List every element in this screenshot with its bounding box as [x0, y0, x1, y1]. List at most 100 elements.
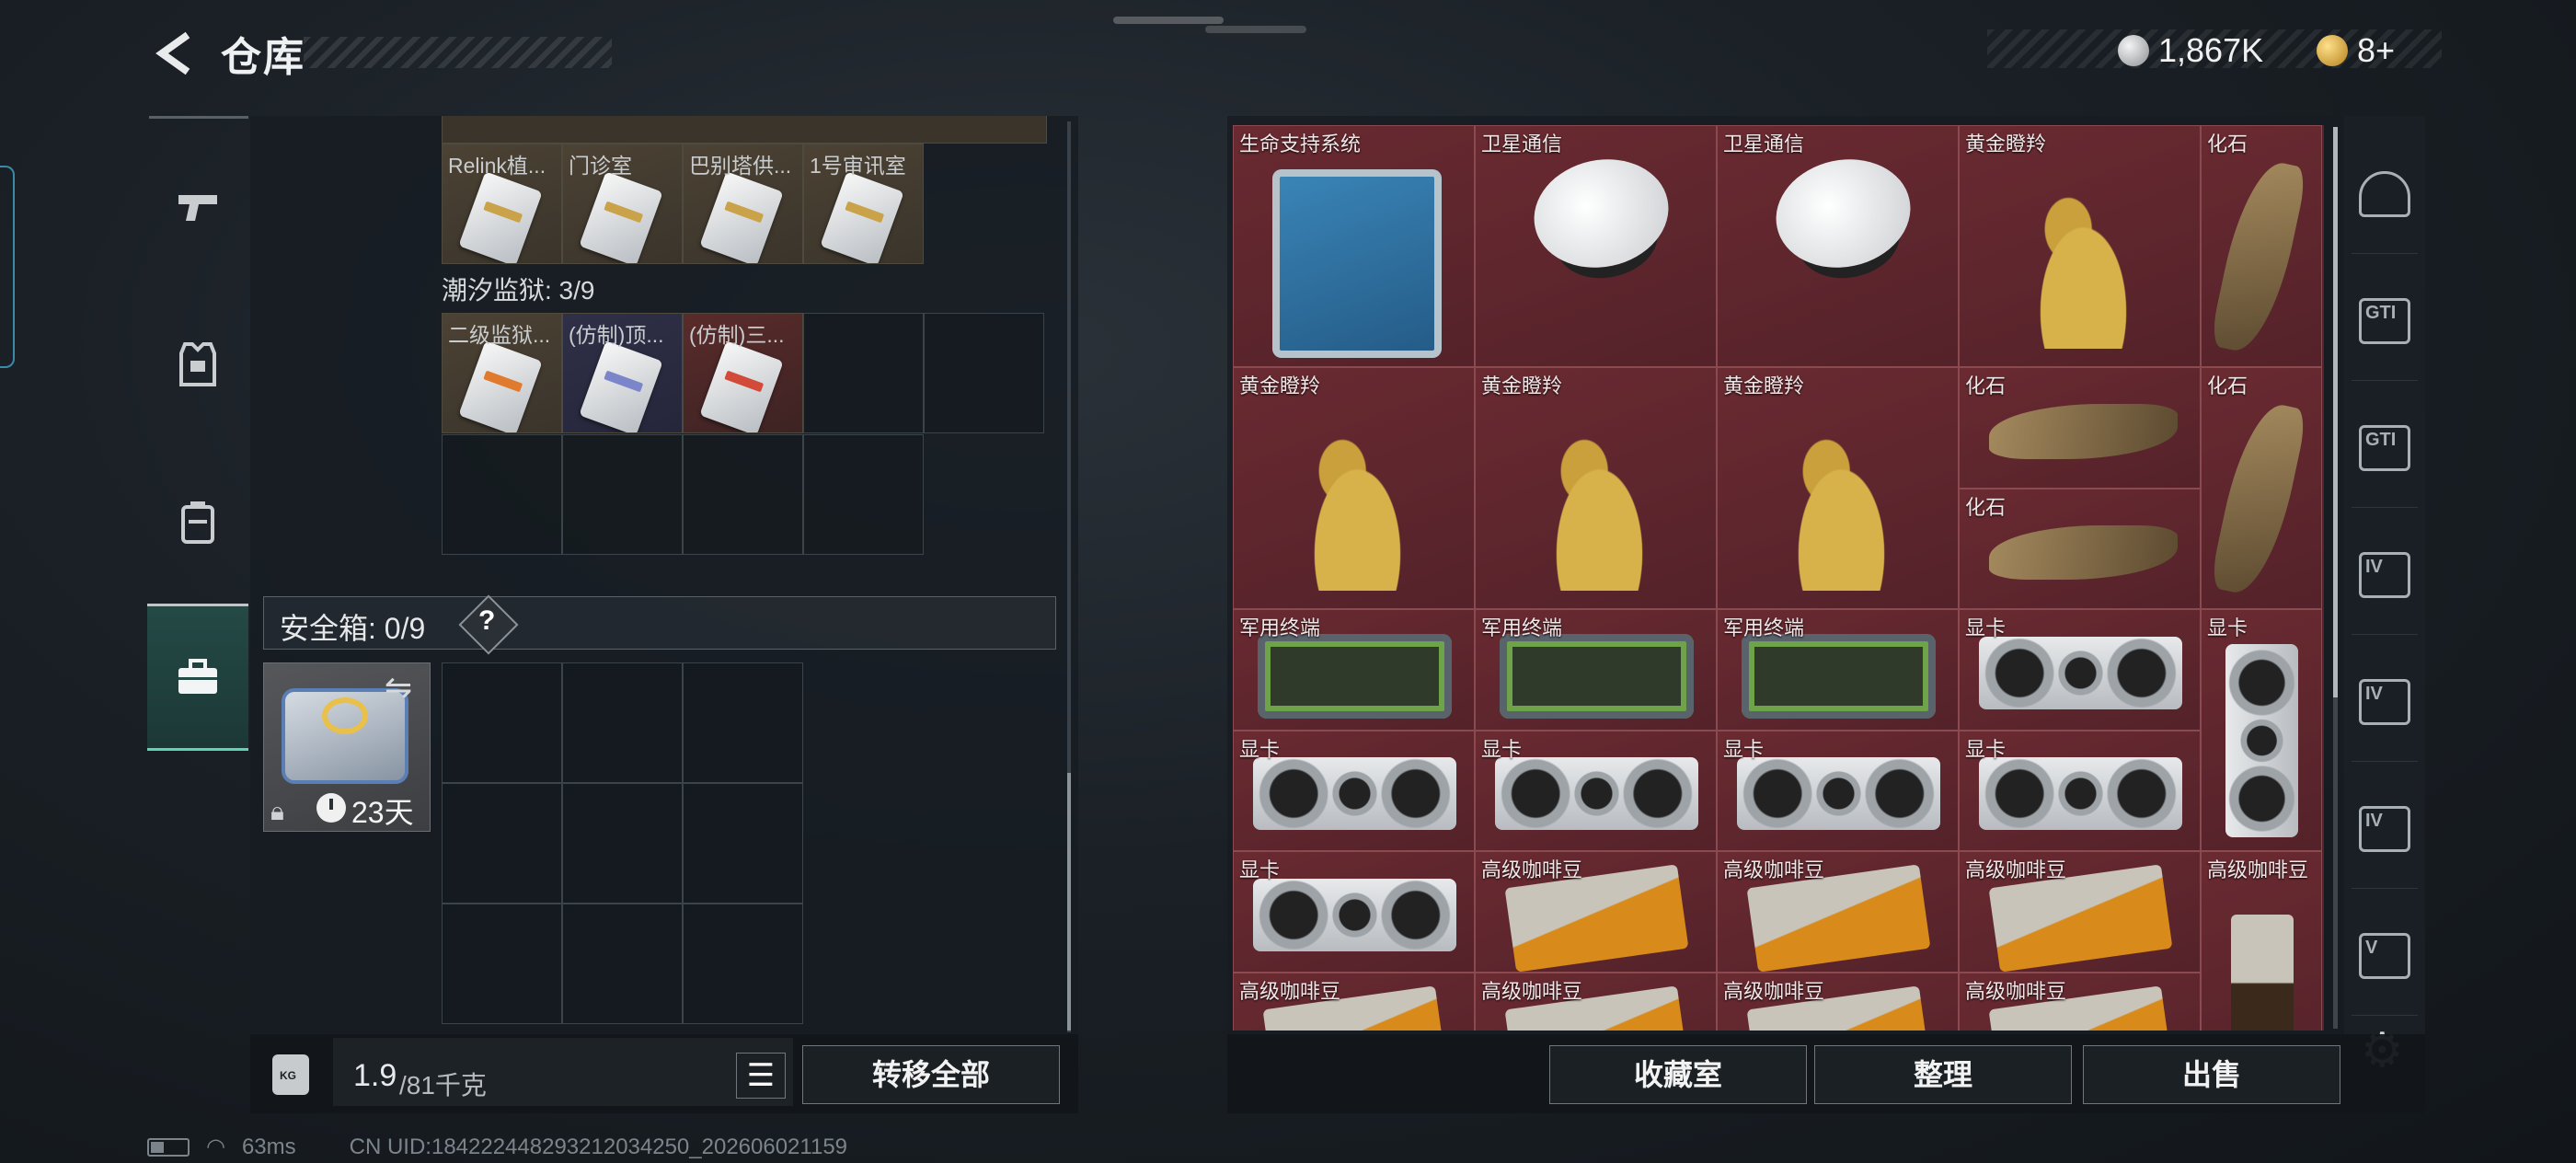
stash-item[interactable]: 显卡 [1475, 730, 1717, 851]
grid-slot[interactable] [924, 313, 1044, 433]
stash-item[interactable]: 军用终端 [1475, 609, 1717, 731]
stash-item[interactable]: 高级咖啡豆 [1959, 851, 2201, 973]
stash-item[interactable]: 卫星通信 [1475, 125, 1717, 367]
stash-item-label: 高级咖啡豆 [1965, 858, 2067, 881]
grid-slot[interactable] [442, 434, 562, 555]
safebox-slot[interactable] [442, 662, 562, 783]
iv-folder-icon-2[interactable]: IV [2352, 642, 2418, 762]
gpu-h-image [1495, 757, 1698, 831]
key-item[interactable]: 门诊室 [562, 144, 683, 264]
gpu-h-image [1737, 757, 1940, 831]
back-button[interactable] [147, 26, 202, 81]
currency-silver[interactable]: 1,867K [2118, 31, 2263, 70]
stash-scroll-thumb[interactable] [2333, 127, 2338, 697]
iv-add-icon[interactable]: IV [2352, 769, 2418, 889]
storage-icon-glyph [2359, 170, 2410, 217]
list-view-button[interactable]: ☰ [736, 1053, 786, 1099]
stash-item[interactable]: 高级咖啡豆 [1717, 851, 1959, 973]
keycard-icon [699, 171, 784, 263]
currency-gold[interactable]: 8+ [2317, 31, 2395, 70]
safebox-slot[interactable] [442, 904, 562, 1024]
stash-item[interactable]: 显卡 [1959, 609, 2201, 731]
side-drawer-tab[interactable] [0, 166, 15, 368]
collection-room-button[interactable]: 收藏室 [1549, 1045, 1807, 1104]
stash-item-label: 军用终端 [1239, 616, 1321, 639]
stash-item[interactable]: 显卡 [1959, 730, 2201, 851]
stash-item[interactable]: 高级咖啡豆 [1475, 972, 1717, 1031]
stash-item-label: 高级咖啡豆 [1239, 979, 1341, 1003]
currency-silver-value: 1,867K [2158, 31, 2264, 69]
key-item-label: (仿制)三... [689, 323, 785, 347]
safebox-slot[interactable] [683, 662, 803, 783]
rail-item-briefcase[interactable] [147, 604, 248, 751]
grid-slot[interactable] [683, 434, 803, 555]
gti-hand-icon[interactable]: GTI [2352, 388, 2418, 508]
rail-item-weapons[interactable] [147, 134, 248, 282]
gti-folder-icon[interactable]: GTI [2352, 261, 2418, 381]
stash-item[interactable]: 卫星通信 [1717, 125, 1959, 367]
iv-folder-icon[interactable]: IV [2352, 515, 2418, 635]
grid-slot[interactable] [803, 313, 924, 433]
transfer-all-button[interactable]: 转移全部 [802, 1045, 1060, 1104]
title-decoration [304, 37, 612, 68]
stash-item[interactable]: 黄金瞪羚 [1959, 125, 2201, 367]
inventory-scroll-thumb[interactable] [1067, 773, 1071, 1031]
safebox-slot[interactable] [683, 783, 803, 904]
stash-item[interactable]: 显卡 [1233, 851, 1475, 973]
stash-item[interactable]: 军用终端 [1717, 609, 1959, 731]
key-item-label: Relink植... [448, 154, 546, 178]
gazelle-image [2007, 165, 2158, 349]
key-item[interactable]: 巴别塔供... [683, 144, 803, 264]
stash-item[interactable]: 军用终端 [1233, 609, 1475, 731]
stash-item[interactable]: 高级咖啡豆 [1717, 972, 1959, 1031]
key-item[interactable]: (仿制)顶... [562, 313, 683, 433]
swap-icon[interactable]: ⇋ [385, 668, 412, 707]
safebox-slot[interactable] [562, 783, 683, 904]
stash-item-label: 化石 [1965, 374, 2007, 397]
stash-item[interactable]: 黄金瞪羚 [1717, 367, 1959, 609]
stash-item[interactable]: 化石 [1959, 488, 2201, 609]
safebox-lock-image [322, 697, 368, 734]
stash-item[interactable]: 黄金瞪羚 [1475, 367, 1717, 609]
rail-item-backpack[interactable] [147, 449, 248, 596]
v-cash-icon[interactable]: V [2352, 896, 2418, 1016]
stash-item[interactable]: 显卡 [1233, 730, 1475, 851]
grid-slot[interactable] [803, 434, 924, 555]
iv-folder-icon-glyph: IV [2359, 551, 2410, 598]
grid-slot[interactable] [562, 434, 683, 555]
sell-button[interactable]: 出售 [2083, 1045, 2340, 1104]
terminal-image [1500, 634, 1694, 720]
rail-item-armor[interactable] [147, 291, 248, 438]
stash-item[interactable]: 高级咖啡豆 [2201, 851, 2322, 1031]
stash-item[interactable]: 高级咖啡豆 [1233, 972, 1475, 1031]
weight-icon [272, 1054, 309, 1095]
storage-icon[interactable] [2352, 134, 2418, 254]
stash-item[interactable]: 显卡 [2201, 609, 2322, 851]
stash-item[interactable]: 高级咖啡豆 [1959, 972, 2201, 1031]
stash-item[interactable]: 生命支持系统 [1233, 125, 1475, 367]
lock-icon: 🔒︎ [270, 797, 284, 825]
stash-item[interactable]: 化石 [2201, 367, 2322, 609]
stash-item[interactable]: 化石 [2201, 125, 2322, 367]
keycard-icon [579, 171, 663, 263]
stash-item-label: 显卡 [1481, 737, 1523, 761]
stash-item[interactable]: 化石 [1959, 367, 2201, 489]
stash-item[interactable]: 黄金瞪羚 [1233, 367, 1475, 609]
stash-item-label: 生命支持系统 [1239, 132, 1362, 155]
key-item[interactable]: 二级监狱... [442, 313, 562, 433]
key-item[interactable]: 1号审讯室 [803, 144, 924, 264]
stash-item[interactable]: 高级咖啡豆 [1475, 851, 1717, 973]
key-item[interactable]: (仿制)三... [683, 313, 803, 433]
key-item[interactable]: Relink植... [442, 144, 562, 264]
terminal-image [1258, 634, 1452, 720]
stash-item[interactable]: 显卡 [1717, 730, 1959, 851]
satellite-image [1524, 146, 1679, 280]
safebox-slot[interactable] [442, 783, 562, 904]
safebox-slot[interactable] [562, 904, 683, 1024]
safebox-label: 安全箱: 0/9 [280, 612, 426, 645]
organize-button[interactable]: 整理 [1814, 1045, 2072, 1104]
safebox-slot[interactable] [683, 904, 803, 1024]
terminal-image [1742, 634, 1936, 720]
safebox-slot[interactable] [562, 662, 683, 783]
armor-icon [179, 342, 216, 386]
